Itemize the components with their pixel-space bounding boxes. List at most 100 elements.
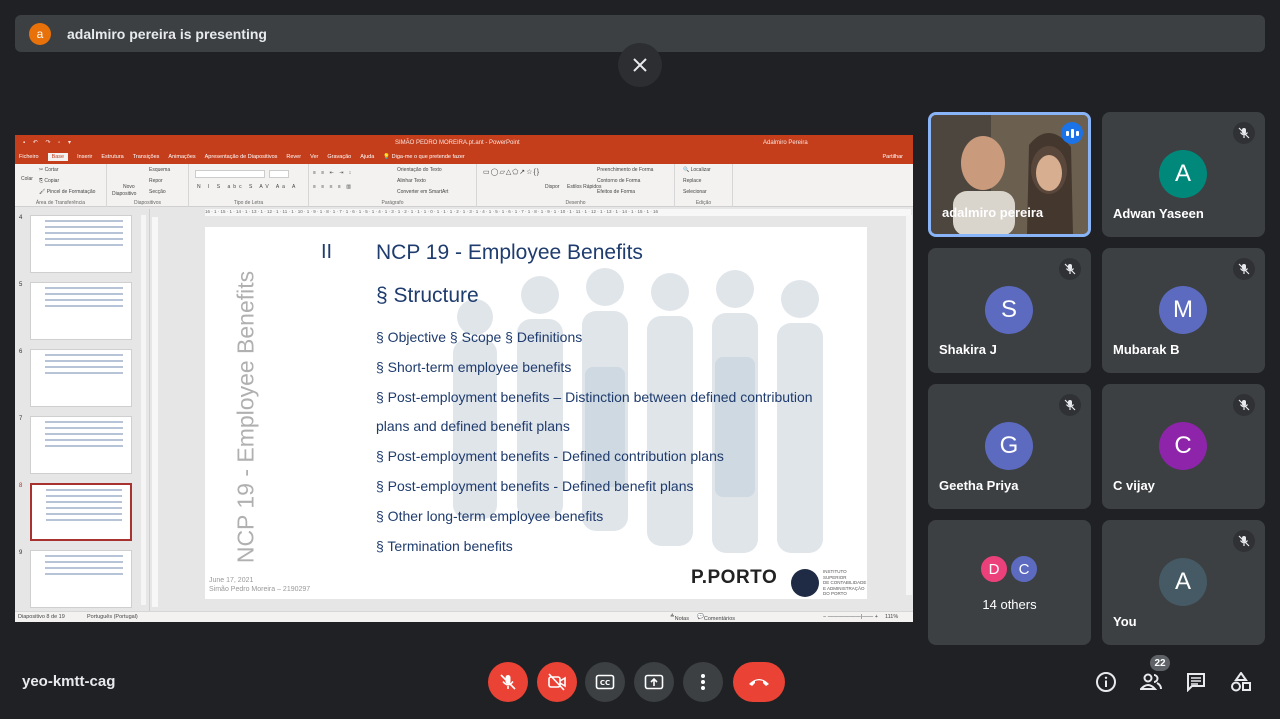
others-tile[interactable]: D C 14 others (928, 520, 1091, 645)
tab-home[interactable]: Base (47, 153, 69, 161)
tab-slideshow[interactable]: Apresentação de Diapositivos (205, 154, 278, 160)
leave-call-button[interactable] (733, 662, 785, 702)
zoom-level[interactable]: 111% (885, 614, 898, 620)
more-options-button[interactable] (683, 662, 723, 702)
participant-tile[interactable]: S Shakira J (928, 248, 1091, 373)
new-slide-button[interactable]: Novo (123, 184, 135, 190)
participant-avatar: M (1159, 286, 1207, 334)
editing-group: 🔍 Localizar Replace Selecionar Edição (675, 164, 733, 207)
text-direction-button[interactable]: Orientação do Texto (397, 167, 442, 173)
tab-insert[interactable]: Inserir (77, 154, 92, 160)
account-name[interactable]: Adalmiro Pereira (763, 140, 808, 146)
tab-recording[interactable]: Gravação (327, 154, 351, 160)
shapes-gallery[interactable]: ▭◯▱△⬠↗☆{} (483, 168, 540, 176)
align-text-button[interactable]: Alinhar Texto (397, 178, 426, 184)
tab-view[interactable]: Ver (310, 154, 318, 160)
meeting-details-button[interactable] (1094, 670, 1118, 694)
tab-file[interactable]: Ficheiro (19, 154, 39, 160)
captions-button[interactable]: CC (585, 662, 625, 702)
slide-thumbnail-selected[interactable] (30, 483, 132, 541)
mic-off-icon (500, 674, 516, 690)
more-vert-icon (701, 674, 705, 690)
camera-toggle-button[interactable] (537, 662, 577, 702)
reset-button[interactable]: Repor (149, 178, 163, 184)
slide-scrollbar[interactable] (906, 215, 912, 595)
thumbnails-scrollbar[interactable] (141, 215, 146, 605)
institute-name: INSTITUTO SUPERIOR DE CONTABILIDADE E AD… (823, 569, 867, 596)
participant-tile[interactable]: A Adwan Yaseen (1102, 112, 1265, 237)
copy-button[interactable]: ⎘ Copiar (39, 178, 59, 184)
mic-off-icon (1059, 258, 1081, 280)
language-status[interactable]: Português (Portugal) (87, 614, 138, 620)
select-button[interactable]: Selecionar (683, 189, 707, 195)
participant-tile[interactable]: G Geetha Priya (928, 384, 1091, 509)
clipboard-group: Colar ✂ Cortar ⎘ Copiar 🖌 Pincel de Form… (15, 164, 107, 207)
slide-bullets: § Objective § Scope § Definitions § Shor… (376, 323, 856, 561)
current-slide[interactable]: NCP 19 - Employee Benefits II NCP 19 - E… (205, 227, 867, 599)
tab-design[interactable]: Estrutura (101, 154, 123, 160)
mic-toggle-button[interactable] (488, 662, 528, 702)
arrange-button[interactable]: Dispor (545, 184, 559, 190)
slide-thumbnails-pane: 4 5 6 7 8 9 (15, 209, 150, 611)
powerpoint-statusbar: Diapositivo 8 de 19 Português (Portugal)… (15, 611, 913, 622)
list-buttons[interactable]: ≡ ≡ ⇤ ⇥ ↕ (313, 170, 353, 176)
bullet-item: § Post-employment benefits - Defined ben… (376, 477, 694, 494)
ribbon: Colar ✂ Cortar ⎘ Copiar 🖌 Pincel de Form… (15, 164, 913, 207)
people-button[interactable] (1139, 670, 1163, 694)
shape-fill-button[interactable]: Preenchimento de Forma (597, 167, 653, 173)
activities-button[interactable] (1229, 670, 1253, 694)
comments-button[interactable]: 💬 Comentários (697, 614, 735, 622)
tab-review[interactable]: Rever (286, 154, 301, 160)
paste-button[interactable]: Colar (21, 176, 33, 182)
speaking-indicator-icon (1061, 122, 1083, 144)
layout-button[interactable]: Esquema (149, 167, 170, 173)
captions-icon: CC (595, 674, 615, 690)
institute-seal-icon (791, 569, 819, 597)
present-now-button[interactable] (634, 662, 674, 702)
align-buttons[interactable]: ≡ ≡ ≡ ≡ ▥ (313, 184, 353, 190)
smartart-button[interactable]: Converter em SmartArt (397, 189, 448, 195)
participant-avatar: A (1159, 150, 1207, 198)
font-format-buttons[interactable]: N I S abc S AV Aa A (197, 184, 298, 190)
slide-title: NCP 19 - Employee Benefits (376, 241, 643, 264)
font-name-box[interactable] (195, 170, 265, 178)
presenter-avatar: a (29, 22, 51, 45)
slide-thumbnail[interactable] (30, 215, 132, 273)
format-painter-button[interactable]: 🖌 Pincel de Formatação (39, 189, 95, 195)
people-count-badge: 22 (1150, 655, 1170, 671)
activities-icon (1231, 672, 1251, 692)
bullet-item: § Short-term employee benefits (376, 358, 572, 375)
shape-effects-button[interactable]: Efeitos de Forma (597, 189, 635, 195)
participant-tile[interactable]: C C vijay (1102, 384, 1265, 509)
tab-help[interactable]: Ajuda (360, 154, 374, 160)
zoom-slider[interactable]: − ——————|—— + (823, 614, 878, 620)
self-tile[interactable]: A You (1102, 520, 1265, 645)
slide-thumbnail[interactable] (30, 550, 132, 608)
tab-transitions[interactable]: Transições (133, 154, 160, 160)
tell-me-search[interactable]: 💡 Diga-me o que pretende fazer (383, 154, 473, 160)
find-button[interactable]: 🔍 Localizar (683, 167, 711, 173)
share-button[interactable]: Partilhar (883, 154, 903, 160)
close-presentation-button[interactable] (618, 43, 662, 87)
font-group: N I S abc S AV Aa A Tipo de Letra (189, 164, 309, 207)
chat-button[interactable] (1184, 670, 1208, 694)
editing-label: Edição (695, 200, 712, 206)
bullet-item: § Objective § Scope § Definitions (376, 329, 583, 345)
shape-outline-button[interactable]: Contorno de Forma (597, 178, 640, 184)
thumb-number: 6 (19, 349, 23, 355)
participant-tile[interactable]: M Mubarak B (1102, 248, 1265, 373)
tab-animations[interactable]: Animações (168, 154, 195, 160)
quick-access-toolbar[interactable]: ▪ ↶ ↷ ▫ ▾ (23, 139, 74, 146)
slide-thumbnail[interactable] (30, 416, 132, 474)
section-button[interactable]: Secção (149, 189, 166, 195)
slides-group: Novo Diapositivo Esquema Repor Secção Di… (107, 164, 189, 207)
notes-button[interactable]: ≙ Notas (670, 614, 689, 622)
participant-tile-presenter[interactable]: adalmiro pereira (928, 112, 1091, 237)
replace-button[interactable]: Replace (683, 178, 701, 184)
camera-off-icon (548, 673, 566, 691)
slide-thumbnail[interactable] (30, 282, 132, 340)
participant-avatar: S (985, 286, 1033, 334)
font-size-box[interactable] (269, 170, 289, 178)
slide-thumbnail[interactable] (30, 349, 132, 407)
cut-button[interactable]: ✂ Cortar (39, 167, 59, 173)
